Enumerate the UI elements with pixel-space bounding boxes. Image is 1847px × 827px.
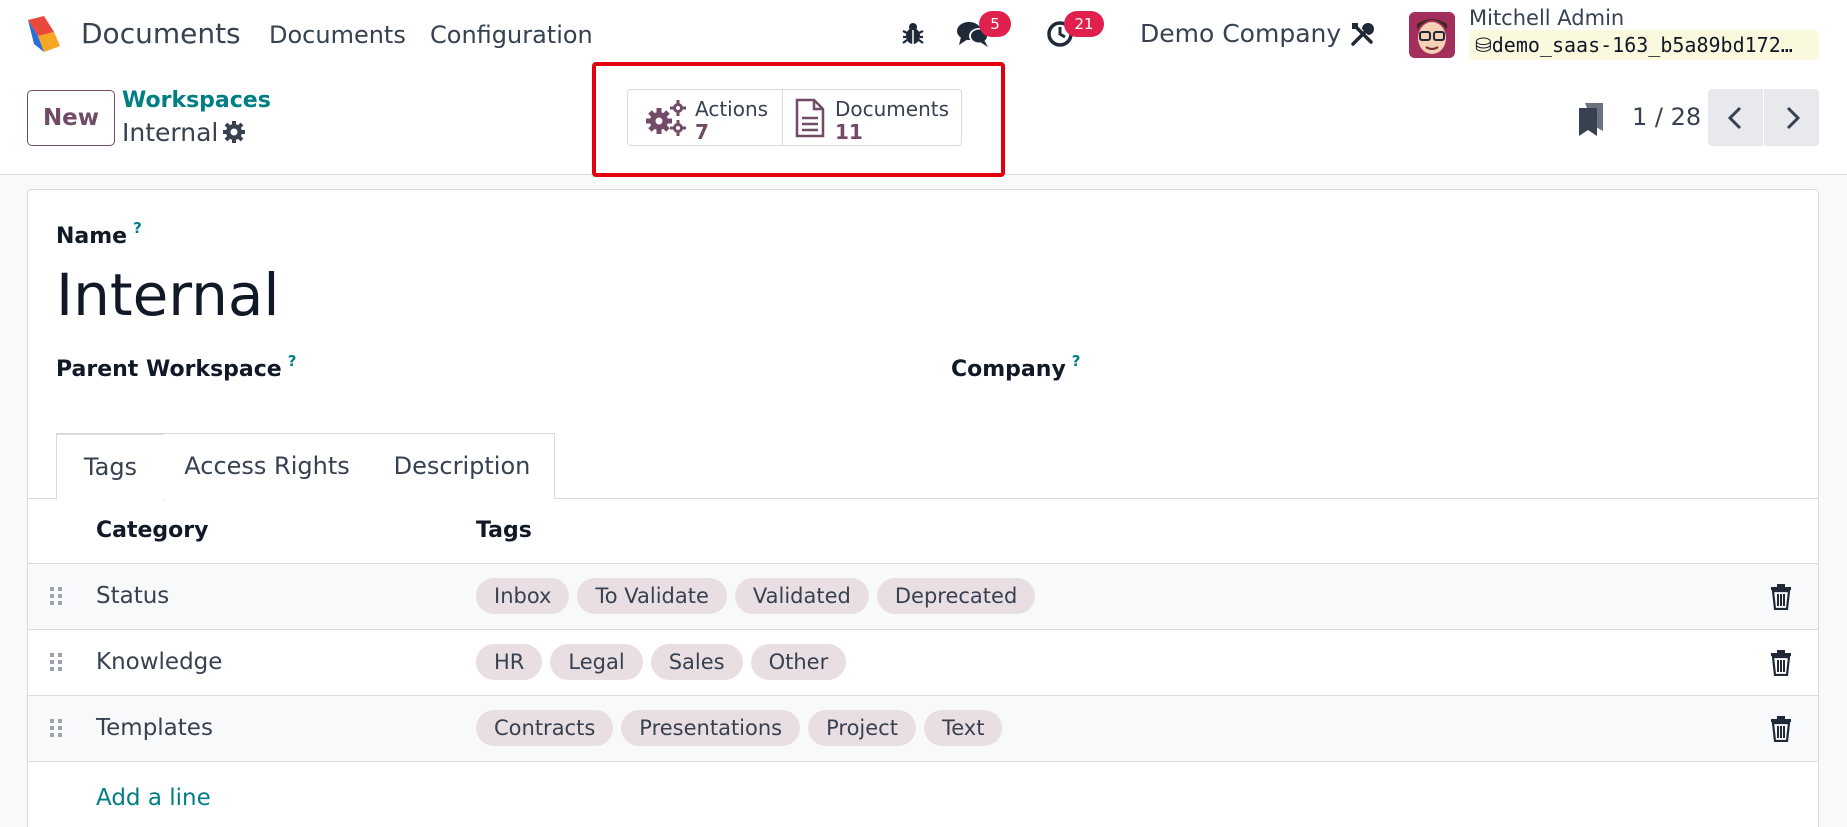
company-switcher[interactable]: Demo Company	[1140, 18, 1341, 50]
menu-configuration[interactable]: Configuration	[430, 20, 593, 50]
gear-icon[interactable]	[222, 120, 246, 144]
tags-cell[interactable]: HR Legal Sales Other	[476, 644, 854, 681]
database-name: ⛁demo_saas-163_b5a89bd172…	[1469, 30, 1819, 60]
category-cell[interactable]: Status	[96, 581, 169, 611]
bookmark-icon[interactable]	[1576, 101, 1606, 137]
parent-workspace-text: Parent Workspace	[56, 357, 282, 382]
category-cell[interactable]: Templates	[96, 713, 213, 743]
database-label: demo_saas-163_b5a89bd172…	[1491, 33, 1793, 57]
company-label: Company?	[951, 352, 1080, 385]
add-line-link[interactable]: Add a line	[96, 783, 211, 813]
pager-next-button[interactable]	[1764, 89, 1819, 146]
activities-badge: 21	[1064, 11, 1104, 37]
user-name[interactable]: Mitchell Admin	[1469, 5, 1624, 31]
parent-workspace-help[interactable]: ?	[288, 352, 297, 370]
highlight-frame	[592, 62, 1005, 177]
tag-badge: Presentations	[621, 710, 801, 746]
drag-handle-icon[interactable]	[48, 650, 64, 676]
tag-badge: Inbox	[476, 578, 570, 614]
tab-description[interactable]: Description	[370, 433, 555, 499]
tag-badge: Other	[750, 644, 847, 680]
new-button[interactable]: New	[27, 90, 115, 146]
menu-documents[interactable]: Documents	[269, 20, 406, 50]
avatar[interactable]	[1409, 12, 1455, 58]
tag-badge: Project	[808, 710, 916, 746]
tag-badge: Sales	[650, 644, 743, 680]
breadcrumb-current: Internal	[122, 118, 219, 147]
form-sheet: Name? Internal Parent Workspace? Company…	[27, 189, 1819, 827]
chevron-right-icon	[1786, 106, 1801, 130]
trash-icon[interactable]	[1770, 584, 1792, 610]
tag-badge: Contracts	[476, 710, 614, 746]
chevron-left-icon	[1727, 106, 1742, 130]
column-category[interactable]: Category	[96, 517, 208, 545]
table-row[interactable]: Status Inbox To Validate Validated Deprecate…	[28, 564, 1818, 630]
tag-badge: Validated	[734, 578, 869, 614]
tag-badge: To Validate	[577, 578, 727, 614]
bug-icon[interactable]	[900, 21, 926, 47]
trash-icon[interactable]	[1770, 716, 1792, 742]
tag-badge: Deprecated	[876, 578, 1036, 614]
breadcrumb-workspaces[interactable]: Workspaces	[122, 87, 271, 115]
table-row[interactable]: Templates Contracts Presentations Project Te…	[28, 696, 1818, 762]
name-label-text: Name	[56, 224, 128, 249]
drag-handle-icon[interactable]	[48, 584, 64, 610]
tag-badge: Legal	[550, 644, 643, 680]
tab-tags[interactable]: Tags	[56, 433, 165, 500]
category-cell[interactable]: Knowledge	[96, 647, 222, 677]
column-tags[interactable]: Tags	[476, 517, 532, 545]
tags-cell[interactable]: Inbox To Validate Validated Deprecated	[476, 578, 1043, 615]
tag-badge: HR	[476, 644, 543, 680]
app-logo-icon[interactable]	[24, 14, 64, 54]
database-icon: ⛁	[1475, 33, 1492, 57]
top-navbar: Documents Documents Configuration 5 21 D…	[0, 0, 1847, 70]
tag-badge: Text	[923, 710, 1003, 746]
trash-icon[interactable]	[1770, 650, 1792, 676]
tools-icon[interactable]	[1350, 21, 1376, 47]
parent-workspace-label: Parent Workspace?	[56, 352, 296, 385]
name-help[interactable]: ?	[133, 219, 142, 237]
app-name[interactable]: Documents	[81, 16, 241, 52]
drag-handle-icon[interactable]	[48, 716, 64, 742]
messages-badge: 5	[979, 11, 1011, 37]
name-label: Name?	[56, 219, 142, 252]
company-help[interactable]: ?	[1072, 352, 1081, 370]
tags-cell[interactable]: Contracts Presentations Project Text	[476, 710, 1010, 747]
table-header: Category Tags	[28, 499, 1818, 564]
name-input[interactable]: Internal	[56, 260, 280, 330]
pager-previous-button[interactable]	[1708, 89, 1763, 146]
pager-value[interactable]: 1 / 28	[1632, 101, 1701, 133]
table-row[interactable]: Knowledge HR Legal Sales Other	[28, 630, 1818, 696]
company-label-text: Company	[951, 357, 1066, 382]
tab-access-rights[interactable]: Access Rights	[164, 433, 371, 499]
